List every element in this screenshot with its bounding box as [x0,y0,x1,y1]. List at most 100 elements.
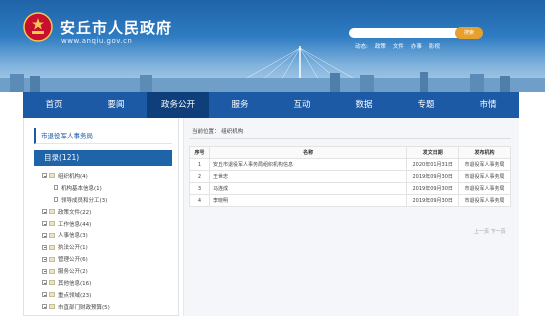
table-row[interactable]: 3 马连成 2019年09月30日 市退役军人事务局 [189,182,511,195]
tree-item[interactable]: 其他信息(16) [42,277,178,289]
sidebar: 市退役军人事务局 目录(121) 组织机构(4) 机构基本信息(1) 领导成员和分工… [23,118,179,316]
column-header-name: 名称 [208,146,408,159]
nav-item-topics[interactable]: 专题 [395,92,457,118]
tree-item[interactable]: 服务公开(2) [42,265,178,277]
folder-icon [49,244,55,250]
category-tree: 组织机构(4) 机构基本信息(1) 领导成员和分工(3) 政策文件(22) 工作信息(4… [42,170,178,313]
column-header-index: 序号 [189,146,210,159]
folder-icon [49,209,55,215]
tree-item-label: 领导成员和分工(3) [61,197,108,204]
cell-title[interactable]: 马连成 [208,182,408,195]
quicklink-policy[interactable]: 政策 [375,42,386,50]
tree-item-label: 市直部门财政预算(5) [58,304,110,311]
cell-index: 4 [189,194,210,207]
nav-item-home[interactable]: 首页 [23,92,85,118]
tree-item[interactable]: 人事信息(3) [42,229,178,241]
quicklink-documents[interactable]: 文件 [393,42,404,50]
expand-toggle-icon[interactable] [42,292,47,298]
tree-item[interactable]: 重点领域(23) [42,289,178,301]
cell-publisher: 市退役军人事务局 [458,194,511,207]
search-input[interactable] [349,28,457,38]
folder-icon [49,280,55,286]
expand-toggle-icon[interactable] [42,209,47,215]
nav-item-government-affairs[interactable]: 政务公开 [147,92,209,118]
cell-title[interactable]: 李晓明 [208,194,408,207]
quick-links: 动态: 政策 文件 办事 影视 [355,42,440,50]
folder-icon [49,268,55,274]
sidebar-title: 市退役军人事务局 [34,128,172,144]
tree-item[interactable]: 管理公开(6) [42,253,178,265]
tree-item-label: 人事信息(3) [58,233,88,240]
pagination[interactable]: 上一页 下一页 [474,228,506,235]
cell-title[interactable]: 王世忠 [208,170,408,183]
national-emblem-icon [23,12,53,42]
table-row[interactable]: 4 李晓明 2019年09月30日 市退役军人事务局 [189,194,511,207]
expand-toggle-icon[interactable] [42,221,47,226]
column-header-date: 发文日期 [406,146,460,159]
tree-item[interactable]: 机构基本信息(1) [42,182,178,194]
tree-item-label: 政策文件(22) [58,209,92,216]
site-url: www.anqiu.gov.cn [61,37,133,45]
cell-date: 2019年09月30日 [406,182,460,195]
cell-publisher: 市退役军人事务局 [458,158,511,171]
nav-item-services[interactable]: 服务 [209,92,271,118]
nav-item-interaction[interactable]: 互动 [271,92,333,118]
tree-item[interactable]: 市直部门财政预算(5) [42,301,178,313]
folder-icon [49,256,55,262]
tree-item-label: 其他信息(16) [58,280,92,287]
cell-publisher: 市退役军人事务局 [458,170,511,183]
document-icon [54,197,58,203]
folder-icon [49,232,55,238]
expand-toggle-icon[interactable] [42,244,47,250]
tree-item-label: 组织机构(4) [58,173,88,180]
document-icon [54,185,58,191]
tree-item[interactable]: 工作信息(44) [42,218,178,230]
cell-publisher: 市退役军人事务局 [458,182,511,195]
cell-index: 2 [189,170,210,183]
expand-toggle-icon[interactable] [42,173,47,179]
expand-toggle-icon[interactable] [42,304,47,310]
nav-item-city-info[interactable]: 市情 [457,92,519,118]
search-button[interactable]: 搜索 [455,27,483,39]
cell-date: 2019年09月30日 [406,194,460,207]
folder-icon [49,304,55,310]
table-row[interactable]: 2 王世忠 2019年09月30日 市退役军人事务局 [189,170,511,183]
cell-title[interactable]: 安丘市退役军人事务局组织机构信息 [208,158,408,171]
tree-item[interactable]: 政策文件(22) [42,206,178,218]
expand-toggle-icon[interactable] [42,256,47,262]
expand-toggle-icon[interactable] [42,268,47,274]
column-header-publisher: 发布机构 [458,146,511,159]
tree-item[interactable]: 执法公开(1) [42,241,178,253]
quicklink-label: 动态: [355,44,368,50]
nav-item-data[interactable]: 数据 [333,92,395,118]
city-skyline [0,72,545,92]
table-row[interactable]: 1 安丘市退役军人事务局组织机构信息 2020年01月31日 市退役军人事务局 [189,158,511,171]
sidebar-root-item[interactable]: 目录(121) [34,150,172,166]
tree-item-label: 机构基本信息(1) [61,185,102,192]
tree-item-label: 管理公开(6) [58,257,88,264]
quicklink-video[interactable]: 影视 [429,42,440,50]
table-header-row: 序号 名称 发文日期 发布机构 [189,146,511,159]
main-content: 当前位置： 组织机构 序号 名称 发文日期 发布机构 1 安丘市退役军人事务局组织… [183,118,519,316]
table-body: 1 安丘市退役军人事务局组织机构信息 2020年01月31日 市退役军人事务局 2 王世忠… [189,158,511,207]
document-table: 序号 名称 发文日期 发布机构 1 安丘市退役军人事务局组织机构信息 2020年01… [189,146,511,207]
tree-item-label: 工作信息(44) [58,221,92,228]
expand-toggle-icon[interactable] [42,232,47,238]
cell-index: 1 [189,158,210,171]
folder-icon [49,292,55,298]
tree-item-label: 重点领域(23) [58,292,92,299]
nav-item-news[interactable]: 要闻 [85,92,147,118]
tree-item[interactable]: 组织机构(4) [42,170,178,182]
tree-item-label: 执法公开(1) [58,245,88,252]
folder-icon [49,173,55,179]
cell-index: 3 [189,182,210,195]
quicklink-services[interactable]: 办事 [411,42,422,50]
tree-item-label: 服务公开(2) [58,269,88,276]
cell-date: 2019年09月30日 [406,170,460,183]
cell-date: 2020年01月31日 [406,158,460,171]
tree-item[interactable]: 领导成员和分工(3) [42,194,178,206]
site-header: 安丘市人民政府 www.anqiu.gov.cn 搜索 动态: 政策 文件 办事… [0,0,545,92]
expand-toggle-icon[interactable] [42,280,47,286]
site-title[interactable]: 安丘市人民政府 [60,17,172,38]
folder-icon [49,221,55,226]
